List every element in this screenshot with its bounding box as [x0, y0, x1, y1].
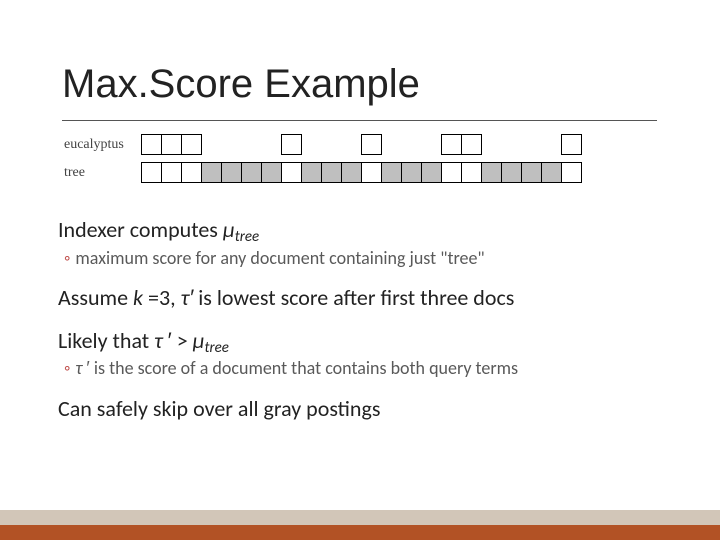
- tau: τ: [154, 327, 163, 354]
- posting-gray: [381, 162, 402, 183]
- text: maximum score for any document containin…: [75, 247, 484, 269]
- slide: Max.Score Example eucalyptus tree Indexer…: [0, 0, 720, 540]
- posting-gap: [481, 134, 502, 155]
- posting-box: [181, 162, 202, 183]
- posting-box: [441, 134, 462, 155]
- posting-gap: [321, 134, 342, 155]
- bullet-icon: ◦: [64, 247, 70, 269]
- posting-box: [141, 134, 162, 155]
- posting-box: [561, 134, 582, 155]
- posting-gray: [321, 162, 342, 183]
- posting-gap: [541, 134, 562, 155]
- posting-box: [361, 134, 382, 155]
- subscript-tree: tree: [235, 228, 259, 246]
- line-1: Indexer computes μtree: [58, 216, 668, 245]
- posting-gray: [541, 162, 562, 183]
- text: Likely that: [58, 327, 154, 354]
- posting-gap: [221, 134, 242, 155]
- text: τ ′ is the score of a document that cont…: [75, 357, 518, 379]
- subscript-tree: tree: [205, 339, 229, 357]
- posting-gap: [341, 134, 362, 155]
- footer-band-dark: [0, 525, 720, 540]
- posting-gap: [241, 134, 262, 155]
- posting-gap: [401, 134, 422, 155]
- slide-title: Max.Score Example: [62, 62, 420, 107]
- posting-gray: [241, 162, 262, 183]
- sub-2: ◦τ ′ is the score of a document that con…: [64, 357, 668, 380]
- line-3: Likely that τ ′ > μtree: [58, 327, 668, 356]
- term-label: tree: [64, 165, 141, 181]
- posting-gray: [341, 162, 362, 183]
- posting-box: [161, 134, 182, 155]
- posting-box: [361, 162, 382, 183]
- term-label: eucalyptus: [64, 137, 141, 153]
- posting-box: [141, 162, 162, 183]
- body-content: Indexer computes μtree ◦maximum score fo…: [58, 216, 668, 425]
- posting-box: [181, 134, 202, 155]
- bullet-icon: ◦: [64, 357, 70, 379]
- mu: μ: [223, 216, 235, 243]
- posting-gray: [481, 162, 502, 183]
- posting-box: [461, 162, 482, 183]
- footer: [0, 510, 720, 540]
- posting-gap: [261, 134, 282, 155]
- posting-gap: [501, 134, 522, 155]
- sub-1: ◦maximum score for any document containi…: [64, 247, 668, 270]
- posting-gray: [261, 162, 282, 183]
- posting-gray: [301, 162, 322, 183]
- posting-box: [281, 134, 302, 155]
- posting-box: [161, 162, 182, 183]
- posting-diagram: eucalyptus tree: [64, 134, 582, 190]
- mu: μ: [193, 327, 205, 354]
- text: Indexer computes: [58, 216, 223, 243]
- posting-box: [561, 162, 582, 183]
- posting-gray: [401, 162, 422, 183]
- text: Assume k =3, τ′ is lowest score after fi…: [58, 284, 514, 311]
- text: ′ >: [163, 327, 193, 354]
- posting-gray: [221, 162, 242, 183]
- posting-gray: [421, 162, 442, 183]
- posting-gray: [521, 162, 542, 183]
- posting-box: [441, 162, 462, 183]
- posting-gap: [381, 134, 402, 155]
- title-rule: [62, 120, 657, 121]
- line-2: Assume k =3, τ′ is lowest score after fi…: [58, 284, 668, 313]
- posting-gray: [201, 162, 222, 183]
- posting-gap: [301, 134, 322, 155]
- posting-gap: [201, 134, 222, 155]
- line-4: Can safely skip over all gray postings: [58, 395, 668, 424]
- posting-gray: [501, 162, 522, 183]
- posting-box: [281, 162, 302, 183]
- posting-gap: [521, 134, 542, 155]
- posting-box: [461, 134, 482, 155]
- posting-gap: [421, 134, 442, 155]
